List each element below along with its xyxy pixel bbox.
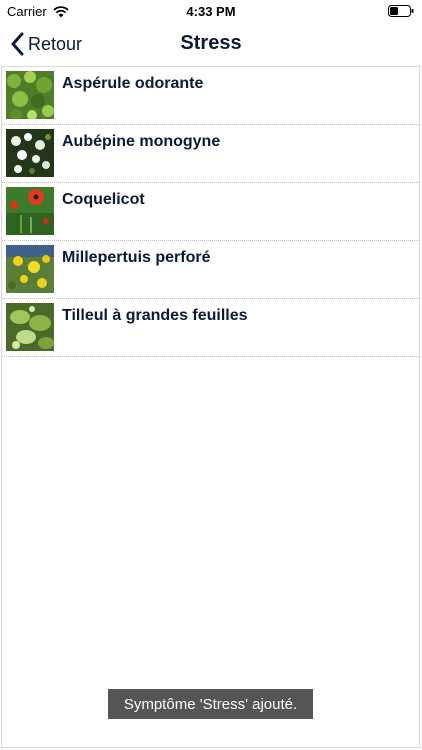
- list-item[interactable]: Aubépine monogyne: [2, 125, 419, 183]
- page-title: Stress: [180, 32, 242, 54]
- plant-photo: [6, 187, 54, 235]
- plant-photo: [6, 71, 54, 119]
- list-item[interactable]: Millepertuis perforé: [2, 241, 419, 299]
- list-item[interactable]: Tilleul à grandes feuilles: [2, 299, 419, 357]
- plant-photo: [6, 129, 54, 177]
- plant-name: Tilleul à grandes feuilles: [62, 307, 248, 324]
- plant-list: Aspérule odorante Aubépine monogyne Coqu…: [2, 67, 419, 357]
- plant-name: Millepertuis perforé: [62, 249, 211, 266]
- plant-list-panel: Aspérule odorante Aubépine monogyne Coqu…: [1, 66, 420, 748]
- battery-icon: [388, 5, 414, 17]
- toast-message: Symptôme 'Stress' ajouté.: [108, 689, 313, 719]
- navigation-bar: Retour Stress: [0, 22, 422, 66]
- plant-photo: [6, 303, 54, 351]
- plant-name: Aspérule odorante: [62, 75, 204, 92]
- plant-name: Coquelicot: [62, 191, 145, 208]
- list-item[interactable]: Coquelicot: [2, 183, 419, 241]
- status-time: 4:33 PM: [186, 4, 236, 19]
- status-bar: Carrier 4:33 PM: [0, 0, 422, 22]
- list-item[interactable]: Aspérule odorante: [2, 67, 419, 125]
- plant-photo: [6, 245, 54, 293]
- plant-name: Aubépine monogyne: [62, 133, 221, 150]
